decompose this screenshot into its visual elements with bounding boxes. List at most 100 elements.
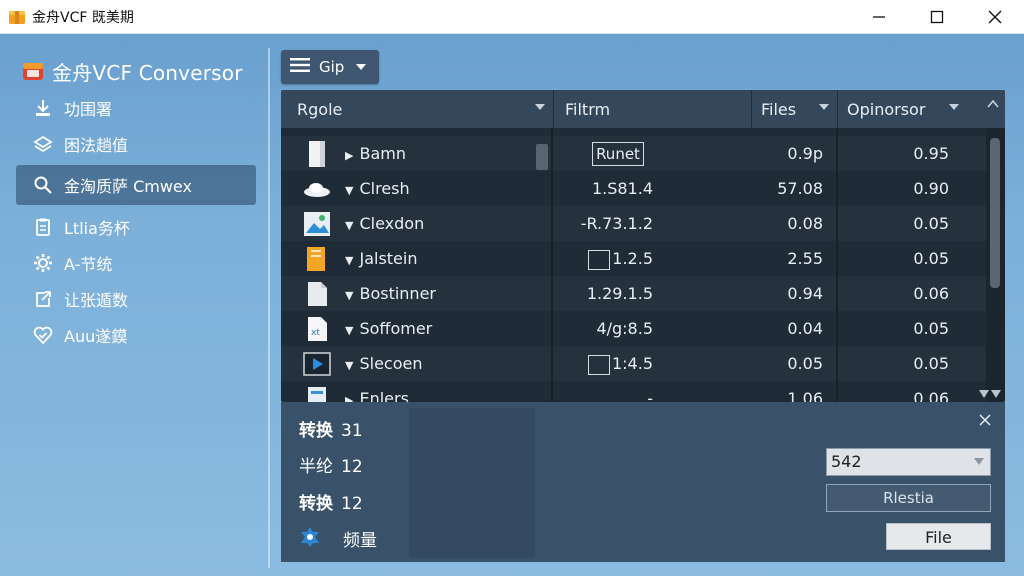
layers-icon — [32, 133, 54, 155]
close-button[interactable] — [966, 0, 1024, 34]
value-select[interactable]: 542 — [826, 448, 991, 476]
row-filter-text: 1:4.5 — [611, 354, 653, 373]
expand-arrow-icon: ▼ — [345, 219, 354, 232]
stat-value: 12 — [341, 494, 363, 514]
column-header-label: Rgole — [297, 99, 343, 119]
row-name-text: Clexdon — [359, 214, 425, 233]
search-icon — [32, 174, 54, 196]
column-header-role[interactable]: Rgole — [297, 90, 553, 128]
row-filter: - — [647, 389, 653, 402]
scroll-down-buttons — [979, 390, 1001, 398]
expand-arrow-icon: ▼ — [345, 359, 354, 372]
table-row[interactable]: ▶ Enlers - 1.06 0.06 — [281, 381, 986, 402]
row-files: 0.9p — [787, 144, 823, 163]
expand-arrow-icon: ▼ — [345, 254, 354, 267]
sidebar-item-3[interactable]: 金淘质萨 Cmwex — [16, 165, 256, 205]
header-separator — [553, 90, 554, 128]
table-row[interactable]: ▼ Bostinner 1.29.1.5 0.94 0.06 — [281, 276, 986, 311]
clipboard-icon — [32, 216, 54, 238]
sidebar-item-2[interactable]: 困法趟值 — [16, 124, 256, 164]
maximize-button[interactable] — [908, 0, 966, 34]
minimize-icon — [873, 16, 885, 18]
spreadsheet-icon — [301, 386, 333, 402]
scroll-up-icon[interactable] — [987, 100, 999, 108]
preview-area — [409, 408, 535, 558]
app-header: 金舟VCF Conversor — [22, 56, 243, 86]
expand-arrow-icon: ▼ — [345, 184, 354, 197]
row-files: 57.08 — [777, 179, 823, 198]
row-name: ▶ Bamn — [345, 136, 406, 171]
window-controls — [850, 0, 1024, 34]
row-filter: 1.2.5 — [553, 241, 653, 276]
sidebar-item-6[interactable]: 让张遁数 — [16, 279, 256, 319]
title-bar: 金舟VCF 既美期 — [0, 0, 1024, 34]
stat-volume: 频量 — [343, 526, 377, 551]
row-files: 0.05 — [787, 354, 823, 373]
checkbox-icon[interactable] — [588, 249, 611, 270]
column-header-label: Filtrm — [565, 99, 611, 119]
app-logo-icon — [23, 63, 43, 80]
row-opinion: 0.05 — [913, 319, 949, 338]
stat-convert-2: 转换 12 — [299, 489, 363, 514]
sidebar-item-4[interactable]: Ltlia务杯 — [16, 207, 256, 247]
stat-value: 12 — [341, 457, 363, 477]
chevron-down-icon — [819, 104, 829, 110]
stat-key: 转换 — [299, 421, 333, 441]
expand-arrow-icon: ▶ — [345, 149, 354, 162]
row-filter: 1:4.5 — [553, 346, 653, 381]
table-body: ▶ Bamn Runet 0.9p 0.95 ▼ Clresh 1.S81.4 57… — [281, 128, 986, 402]
table-row[interactable]: ▼ Clexdon -R.73.1.2 0.08 0.05 — [281, 206, 986, 241]
column-header-label: Opinorsor — [847, 99, 926, 119]
row-opinion: 0.05 — [913, 354, 949, 373]
row-filter: 1.S81.4 — [591, 179, 653, 198]
stat-key: 转换 — [299, 494, 333, 514]
column-header-opinion[interactable]: Opinorsor — [847, 90, 967, 128]
sidebar-divider — [268, 48, 270, 568]
svg-text:xt: xt — [311, 328, 320, 338]
restore-button[interactable]: Rlestia — [826, 484, 991, 512]
column-scroll-thumb[interactable] — [536, 144, 548, 170]
row-files: 0.94 — [787, 284, 823, 303]
column-header-files[interactable]: Files — [761, 90, 837, 128]
sidebar-item-label: 困法趟值 — [64, 136, 129, 155]
expand-arrow-icon: ▶ — [345, 394, 354, 402]
table-row[interactable]: ▼ Clresh 1.S81.4 57.08 0.90 — [281, 171, 986, 206]
scroll-down-icon[interactable] — [991, 390, 1001, 398]
menu-lines-icon — [289, 56, 311, 78]
row-filter-text: 1.2.5 — [612, 249, 653, 268]
stat-value: 31 — [341, 421, 363, 441]
row-filter: 1.29.1.5 — [586, 284, 653, 303]
column-header-filter[interactable]: Filtrm — [565, 90, 751, 128]
row-files: 2.55 — [787, 249, 823, 268]
group-dropdown-button[interactable]: Gip — [281, 50, 379, 84]
column-header-label: Files — [761, 99, 797, 119]
row-opinion: 0.05 — [913, 214, 949, 233]
close-panel-icon[interactable] — [979, 414, 991, 426]
sidebar-item-7[interactable]: Auu遂鏌 — [16, 315, 256, 355]
row-opinion: 0.06 — [913, 284, 949, 303]
conversion-panel: 转换 31 半纶 12 转换 12 频量 542 Rlestia File — [281, 402, 1005, 562]
checkbox-icon[interactable] — [587, 354, 610, 375]
sidebar-item-5[interactable]: A-节统 — [16, 243, 256, 283]
app-box-icon — [9, 10, 25, 24]
row-name: ▶ Enlers — [345, 381, 409, 402]
table-row[interactable]: ▼ Slecoen 1:4.5 0.05 0.05 — [281, 346, 986, 381]
row-opinion: 0.90 — [913, 179, 949, 198]
row-name-text: Bostinner — [359, 284, 436, 303]
sidebar-item-label: A-节统 — [64, 255, 113, 274]
window-body: 金舟VCF Conversor 功围署 困法趟值 金淘质萨 Cmwex Ltli — [0, 34, 1024, 576]
sidebar-item-1[interactable]: 功围署 — [16, 88, 256, 128]
star-badge-icon — [301, 527, 319, 547]
header-separator — [751, 90, 752, 128]
sidebar-item-label: Auu遂鏌 — [64, 327, 128, 346]
row-filter-box[interactable]: Runet — [592, 142, 644, 166]
stat-key: 半纶 — [299, 457, 333, 477]
vertical-scroll-thumb[interactable] — [990, 138, 1000, 288]
row-filter: 4/g:8.5 — [596, 319, 653, 338]
table-row[interactable]: xt ▼ Soffomer 4/g:8.5 0.04 0.05 — [281, 311, 986, 346]
table-row[interactable]: ▼ Jalstein 1.2.5 2.55 0.05 — [281, 241, 986, 276]
minimize-button[interactable] — [850, 0, 908, 34]
table-row[interactable]: ▶ Bamn Runet 0.9p 0.95 — [281, 136, 986, 171]
scroll-down-icon[interactable] — [979, 390, 989, 398]
file-button[interactable]: File — [886, 523, 991, 550]
